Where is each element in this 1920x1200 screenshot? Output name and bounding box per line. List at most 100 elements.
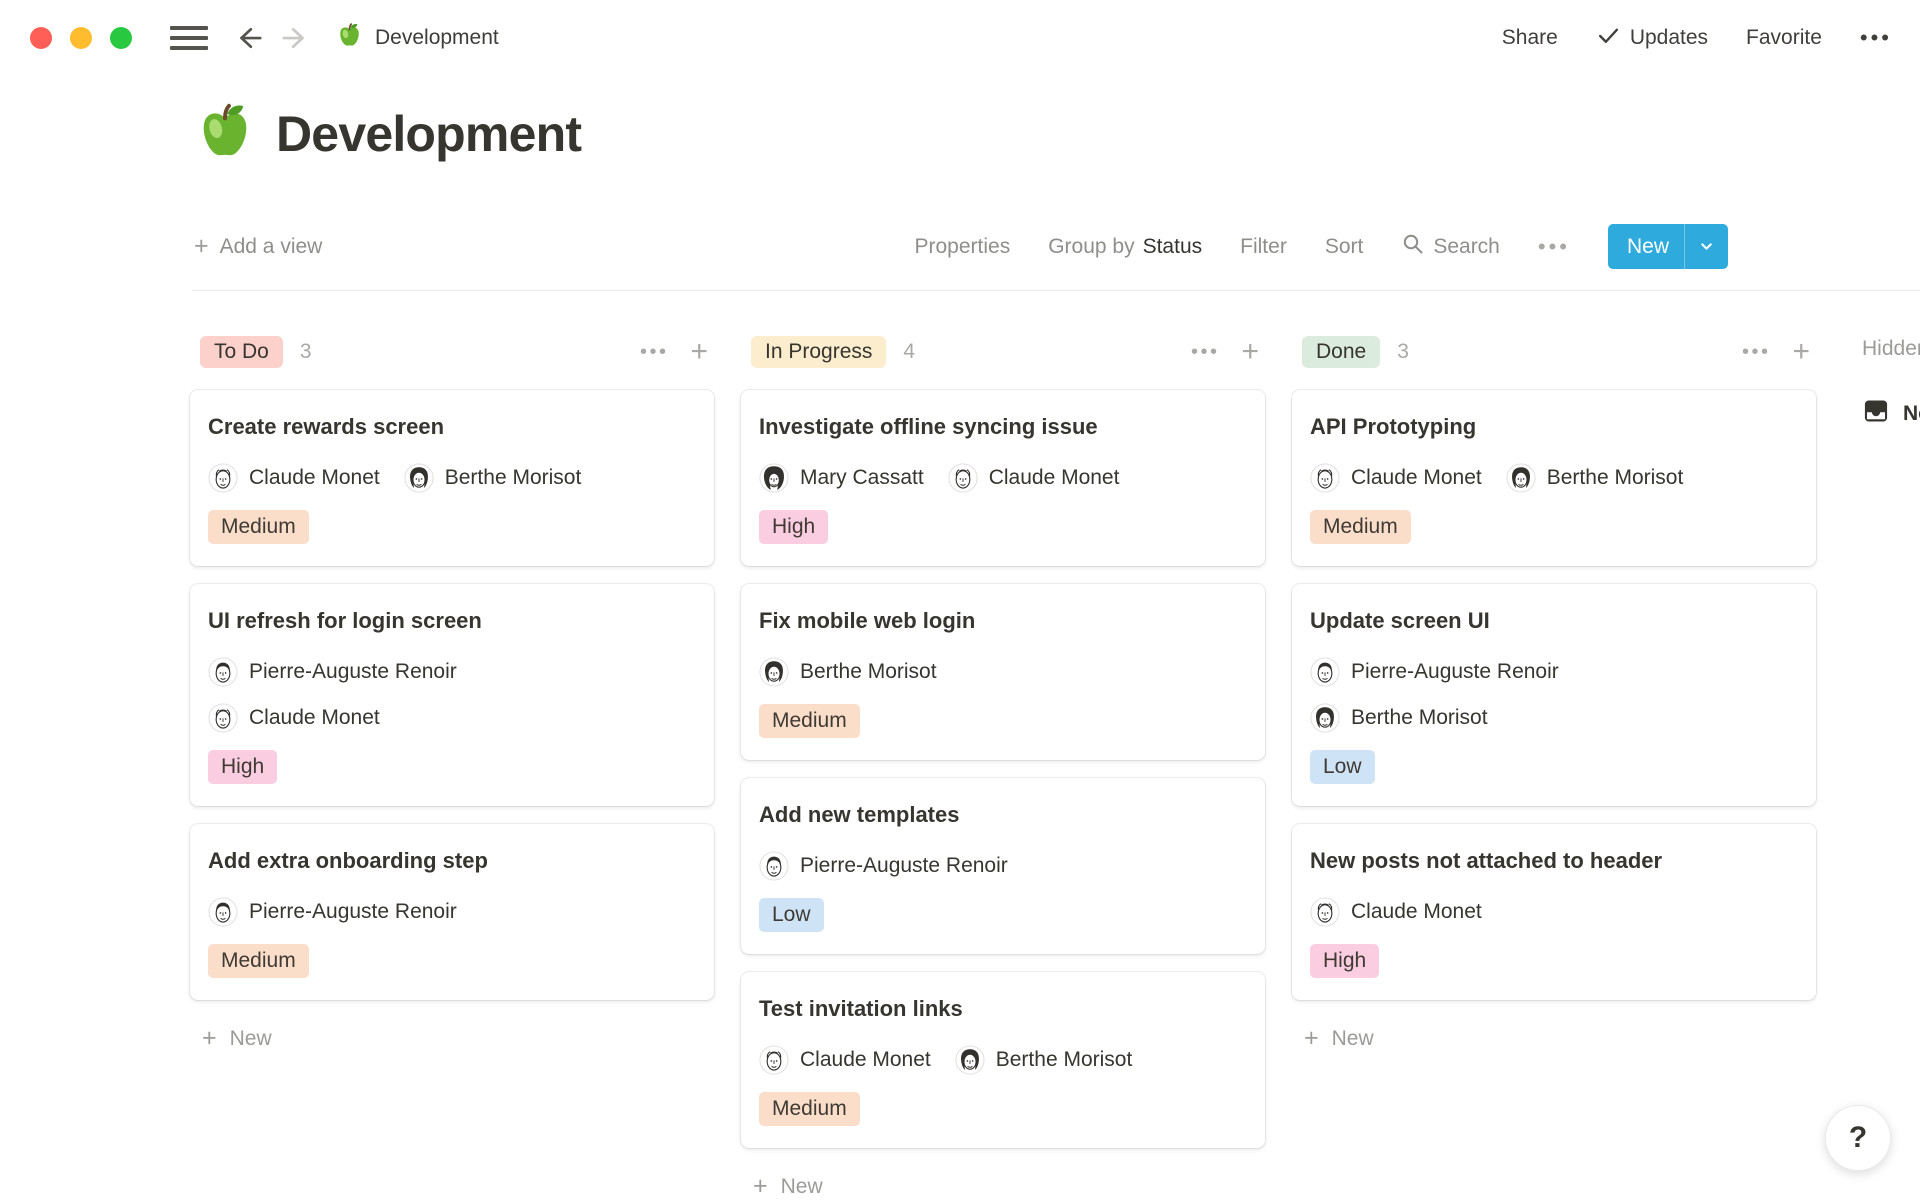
card-title: Update screen UI <box>1310 606 1798 636</box>
properties-button[interactable]: Properties <box>914 235 1010 259</box>
card-title: Create rewards screen <box>208 412 696 442</box>
man-light-hair-icon <box>948 463 978 493</box>
new-card-button[interactable]: +New <box>753 1172 1265 1200</box>
assignee-name: Berthe Morisot <box>800 660 937 684</box>
column-more-icon[interactable]: ••• <box>1191 341 1220 364</box>
board-column: Done3•••+API PrototypingClaude MonetBert… <box>1292 335 1816 1053</box>
kanban-card[interactable]: Add new templatesPierre-Auguste RenoirLo… <box>741 778 1265 954</box>
plus-icon: + <box>1304 1024 1319 1053</box>
new-button[interactable]: New <box>1608 224 1728 269</box>
page-title[interactable]: Development <box>276 105 581 163</box>
assignee-name: Berthe Morisot <box>996 1048 1133 1072</box>
status-pill[interactable]: Done <box>1302 336 1380 368</box>
board-column: In Progress4•••+Investigate offline sync… <box>741 335 1265 1200</box>
card-title: Add extra onboarding step <box>208 846 696 876</box>
column-header: Done3•••+ <box>1302 335 1810 369</box>
column-header: In Progress4•••+ <box>751 335 1259 369</box>
man-light-hair-icon <box>759 1045 789 1075</box>
add-view-button[interactable]: + Add a view <box>194 232 322 261</box>
priority-tag[interactable]: Low <box>1310 750 1375 784</box>
doc-title-crumb: Development <box>375 26 499 50</box>
assignee: Berthe Morisot <box>955 1044 1133 1076</box>
zoom-window-button[interactable] <box>110 27 132 49</box>
woman-short-dark-hair-icon <box>955 1045 985 1075</box>
status-pill[interactable]: In Progress <box>751 336 886 368</box>
column-add-icon[interactable]: + <box>1792 337 1810 367</box>
check-icon <box>1596 23 1621 54</box>
back-icon[interactable] <box>234 23 264 53</box>
share-button[interactable]: Share <box>1502 26 1558 50</box>
updates-button[interactable]: Updates <box>1596 23 1708 54</box>
woman-short-dark-hair-icon <box>404 463 434 493</box>
new-card-button[interactable]: + New <box>1304 1024 1816 1053</box>
kanban-card[interactable]: Test invitation linksClaude MonetBerthe … <box>741 972 1265 1148</box>
group-by-button[interactable]: Group by Status <box>1048 235 1202 259</box>
new-card-label: New <box>1332 1027 1374 1051</box>
hidden-columns-panel: Hidden columns No Status <box>1862 337 1920 431</box>
man-dark-hair-icon <box>1310 657 1340 687</box>
new-card-label: New <box>230 1027 272 1051</box>
new-card-button[interactable]: + New <box>202 1024 714 1053</box>
priority-tag[interactable]: Medium <box>208 944 309 978</box>
assignee-name: Claude Monet <box>249 466 380 490</box>
board-columns: To Do3•••+Create rewards screenClaude Mo… <box>190 335 1920 1200</box>
plus-icon: + <box>753 1172 768 1200</box>
assignee-list: Claude MonetBerthe Morisot <box>1310 462 1798 494</box>
green-apple-icon <box>336 22 363 55</box>
priority-tag[interactable]: High <box>759 510 828 544</box>
assignee-name: Berthe Morisot <box>1547 466 1684 490</box>
assignee: Berthe Morisot <box>1310 702 1798 734</box>
hidden-columns-label[interactable]: Hidden columns <box>1862 337 1920 361</box>
search-button[interactable]: Search <box>1401 232 1500 262</box>
priority-tag[interactable]: High <box>208 750 277 784</box>
sort-button[interactable]: Sort <box>1325 235 1364 259</box>
kanban-card[interactable]: Add extra onboarding stepPierre-Auguste … <box>190 824 714 1000</box>
kanban-card[interactable]: Fix mobile web loginBerthe MorisotMedium <box>741 584 1265 760</box>
woman-short-dark-hair-icon <box>759 657 789 687</box>
priority-tag[interactable]: Medium <box>759 704 860 738</box>
green-apple-icon[interactable] <box>194 101 256 168</box>
man-dark-hair-icon <box>759 851 789 881</box>
priority-tag[interactable]: Low <box>759 898 824 932</box>
hidden-column-no-status[interactable]: No Status <box>1862 397 1920 431</box>
column-add-icon[interactable]: + <box>690 337 708 367</box>
card-title: UI refresh for login screen <box>208 606 696 636</box>
more-menu-icon[interactable]: ••• <box>1860 25 1892 51</box>
favorite-button[interactable]: Favorite <box>1746 26 1822 50</box>
assignee-list: Claude MonetBerthe Morisot <box>208 462 696 494</box>
priority-tag[interactable]: Medium <box>759 1092 860 1126</box>
kanban-card[interactable]: API PrototypingClaude MonetBerthe Moriso… <box>1292 390 1816 566</box>
assignee-name: Claude Monet <box>1351 900 1482 924</box>
close-window-button[interactable] <box>30 27 52 49</box>
forward-icon[interactable] <box>280 23 310 53</box>
priority-tag[interactable]: Medium <box>208 510 309 544</box>
plus-icon: + <box>202 1024 217 1053</box>
view-more-icon[interactable]: ••• <box>1538 234 1570 260</box>
assignee-name: Pierre-Auguste Renoir <box>249 660 457 684</box>
priority-tag[interactable]: High <box>1310 944 1379 978</box>
kanban-card[interactable]: Investigate offline syncing issueMary Ca… <box>741 390 1265 566</box>
filter-button[interactable]: Filter <box>1240 235 1287 259</box>
minimize-window-button[interactable] <box>70 27 92 49</box>
assignee-list: Mary CassattClaude Monet <box>759 462 1247 494</box>
column-more-icon[interactable]: ••• <box>640 341 669 364</box>
status-pill[interactable]: To Do <box>200 336 283 368</box>
kanban-card[interactable]: Create rewards screen Claude MonetBerthe … <box>190 390 714 566</box>
column-more-icon[interactable]: ••• <box>1742 341 1771 364</box>
card-title: New posts not attached to header <box>1310 846 1798 876</box>
group-by-value: Status <box>1143 235 1203 259</box>
plus-icon: + <box>194 232 209 261</box>
kanban-card[interactable]: UI refresh for login screen Pierre-August… <box>190 584 714 806</box>
assignee: Pierre-Auguste Renoir <box>759 850 1008 882</box>
help-button[interactable]: ? <box>1825 1105 1891 1171</box>
kanban-card[interactable]: New posts not attached to header Claude M… <box>1292 824 1816 1000</box>
breadcrumb[interactable]: Development <box>336 22 499 55</box>
assignee: Berthe Morisot <box>1506 462 1684 494</box>
sidebar-toggle-icon[interactable] <box>170 26 208 50</box>
priority-tag[interactable]: Medium <box>1310 510 1411 544</box>
column-header: To Do3•••+ <box>200 335 708 369</box>
assignee: Berthe Morisot <box>759 656 937 688</box>
column-add-icon[interactable]: + <box>1241 337 1259 367</box>
chevron-down-icon[interactable] <box>1685 238 1728 255</box>
kanban-card[interactable]: Update screen UIPierre-Auguste RenoirBer… <box>1292 584 1816 806</box>
